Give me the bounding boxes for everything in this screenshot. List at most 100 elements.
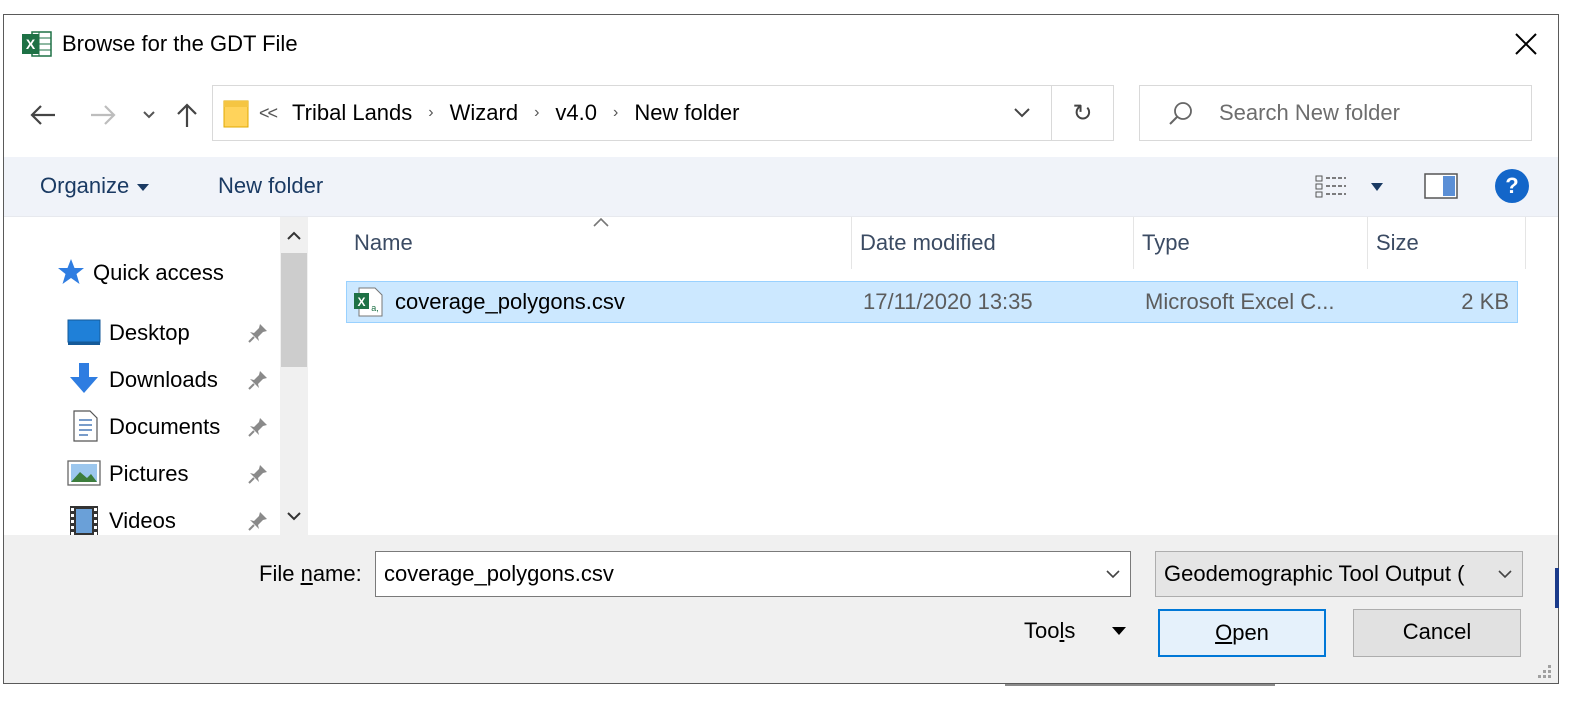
tools-button[interactable]: Tools [1014, 607, 1138, 655]
nav-item-downloads[interactable]: Downloads [4, 358, 280, 402]
svg-text:X: X [357, 295, 365, 309]
background-window-edge [1005, 684, 1275, 686]
caret-down-icon [1371, 183, 1383, 191]
file-name-label-part: ame: [312, 561, 362, 586]
column-header-label: Size [1376, 230, 1419, 255]
nav-item-pictures[interactable]: Pictures [4, 452, 280, 496]
recent-locations-button[interactable] [138, 95, 160, 135]
help-button[interactable]: ? [1495, 169, 1529, 203]
forward-arrow-icon [91, 105, 116, 125]
file-list: Name Date modified Type Size X a, covera… [310, 217, 1558, 535]
open-label-part: pen [1232, 620, 1269, 645]
window-title: Browse for the GDT File [62, 31, 298, 56]
breadcrumb-item[interactable]: Wizard [450, 100, 518, 126]
nav-item-documents[interactable]: Documents [4, 405, 280, 449]
file-name-label-accelerator: n [300, 561, 313, 586]
up-arrow-icon [177, 103, 197, 127]
column-header-size[interactable]: Size [1368, 217, 1526, 269]
breadcrumb-item[interactable]: Tribal Lands [292, 100, 412, 126]
file-type-cell: Microsoft Excel C... [1145, 289, 1335, 314]
file-type-select[interactable]: Geodemographic Tool Output ( [1155, 551, 1523, 597]
breadcrumb-separator[interactable]: › [534, 104, 539, 122]
pin-icon[interactable] [248, 511, 268, 531]
column-header-date-modified[interactable]: Date modified [852, 217, 1134, 269]
help-icon: ? [1505, 173, 1519, 198]
tools-label-part: s [1064, 618, 1076, 643]
title-bar[interactable]: X Browse for the GDT File [4, 15, 1558, 73]
star-icon [56, 257, 88, 289]
background-window-edge [1555, 568, 1559, 608]
file-open-dialog: X Browse for the GDT File << Tribal Land… [0, 0, 1587, 703]
pin-icon[interactable] [248, 464, 268, 484]
file-name-cell: coverage_polygons.csv [395, 289, 625, 314]
breadcrumb-item[interactable]: New folder [634, 100, 739, 126]
close-button[interactable] [1494, 15, 1558, 73]
dialog-footer: File name: coverage_polygons.csv Geodemo… [4, 535, 1558, 683]
nav-item-desktop[interactable]: Desktop [4, 311, 280, 355]
file-name-value: coverage_polygons.csv [384, 561, 614, 586]
refresh-icon: ↻ [1072, 99, 1093, 127]
file-row[interactable]: X a, coverage_polygons.csv 17/11/2020 13… [346, 281, 1518, 323]
refresh-button[interactable]: ↻ [1051, 86, 1113, 140]
caret-down-icon [1112, 627, 1126, 635]
nav-item-label: Desktop [109, 320, 190, 345]
forward-button[interactable] [86, 95, 120, 135]
file-name-dropdown[interactable] [1096, 552, 1130, 596]
film-icon [69, 505, 101, 537]
open-button[interactable]: Open [1158, 609, 1326, 657]
file-name-label: File name: [259, 561, 362, 587]
up-button[interactable] [170, 95, 204, 135]
preview-pane-icon [1424, 173, 1458, 199]
scrollbar-thumb[interactable] [281, 253, 307, 367]
desktop-icon [67, 317, 101, 349]
pin-icon[interactable] [248, 323, 268, 343]
column-header-type[interactable]: Type [1134, 217, 1368, 269]
preview-pane-button[interactable] [1424, 171, 1458, 203]
breadcrumb-overflow[interactable]: << [259, 103, 278, 124]
file-type-value: Geodemographic Tool Output ( [1164, 561, 1465, 586]
breadcrumb-separator[interactable]: › [613, 104, 618, 122]
change-view-button[interactable] [1314, 169, 1394, 205]
organize-button[interactable]: Organize [40, 157, 150, 217]
pictures-icon [67, 458, 101, 490]
breadcrumb: << Tribal Lands › Wizard › v4.0 › New fo… [259, 86, 739, 140]
nav-item-label: Documents [109, 414, 221, 439]
column-header-label: Date modified [860, 230, 996, 255]
pin-icon[interactable] [248, 417, 268, 437]
svg-text:a,: a, [371, 303, 379, 313]
document-icon [70, 410, 102, 442]
svg-text:X: X [26, 36, 36, 52]
search-input[interactable]: Search New folder [1219, 86, 1400, 140]
nav-item-quick-access[interactable]: Quick access [4, 251, 280, 295]
resize-grip-icon[interactable] [1534, 661, 1554, 681]
navigation-row: << Tribal Lands › Wizard › v4.0 › New fo… [4, 73, 1558, 157]
breadcrumb-separator[interactable]: › [428, 104, 433, 122]
chevron-down-icon [287, 512, 301, 521]
breadcrumb-item[interactable]: v4.0 [555, 100, 597, 126]
cancel-button[interactable]: Cancel [1353, 609, 1521, 657]
back-button[interactable] [26, 95, 60, 135]
tools-label-part: Too [1024, 618, 1060, 643]
file-name-field[interactable]: coverage_polygons.csv [375, 551, 1131, 597]
folder-icon [223, 99, 249, 129]
close-icon [1515, 33, 1537, 55]
column-header-label: Type [1142, 230, 1190, 255]
file-type-dropdown[interactable] [1488, 552, 1522, 596]
pin-icon[interactable] [248, 370, 268, 390]
navigation-scrollbar[interactable] [280, 217, 308, 535]
sort-ascending-icon [593, 217, 609, 227]
open-label-accelerator: O [1215, 620, 1233, 645]
dialog-frame: X Browse for the GDT File << Tribal Land… [3, 14, 1559, 684]
file-date-cell: 17/11/2020 13:35 [863, 289, 1033, 314]
address-bar[interactable]: << Tribal Lands › Wizard › v4.0 › New fo… [212, 85, 1114, 141]
nav-item-label: Downloads [109, 367, 218, 392]
scroll-up-button[interactable] [280, 221, 308, 251]
nav-item-label: Videos [109, 508, 176, 533]
search-box[interactable]: Search New folder [1139, 85, 1532, 141]
column-header-label: Name [354, 230, 413, 255]
new-folder-button[interactable]: New folder [218, 157, 323, 217]
column-header-name[interactable]: Name [346, 217, 852, 269]
scroll-down-button[interactable] [280, 501, 308, 531]
address-history-dropdown[interactable] [993, 86, 1051, 140]
nav-item-label: Pictures [109, 461, 189, 486]
